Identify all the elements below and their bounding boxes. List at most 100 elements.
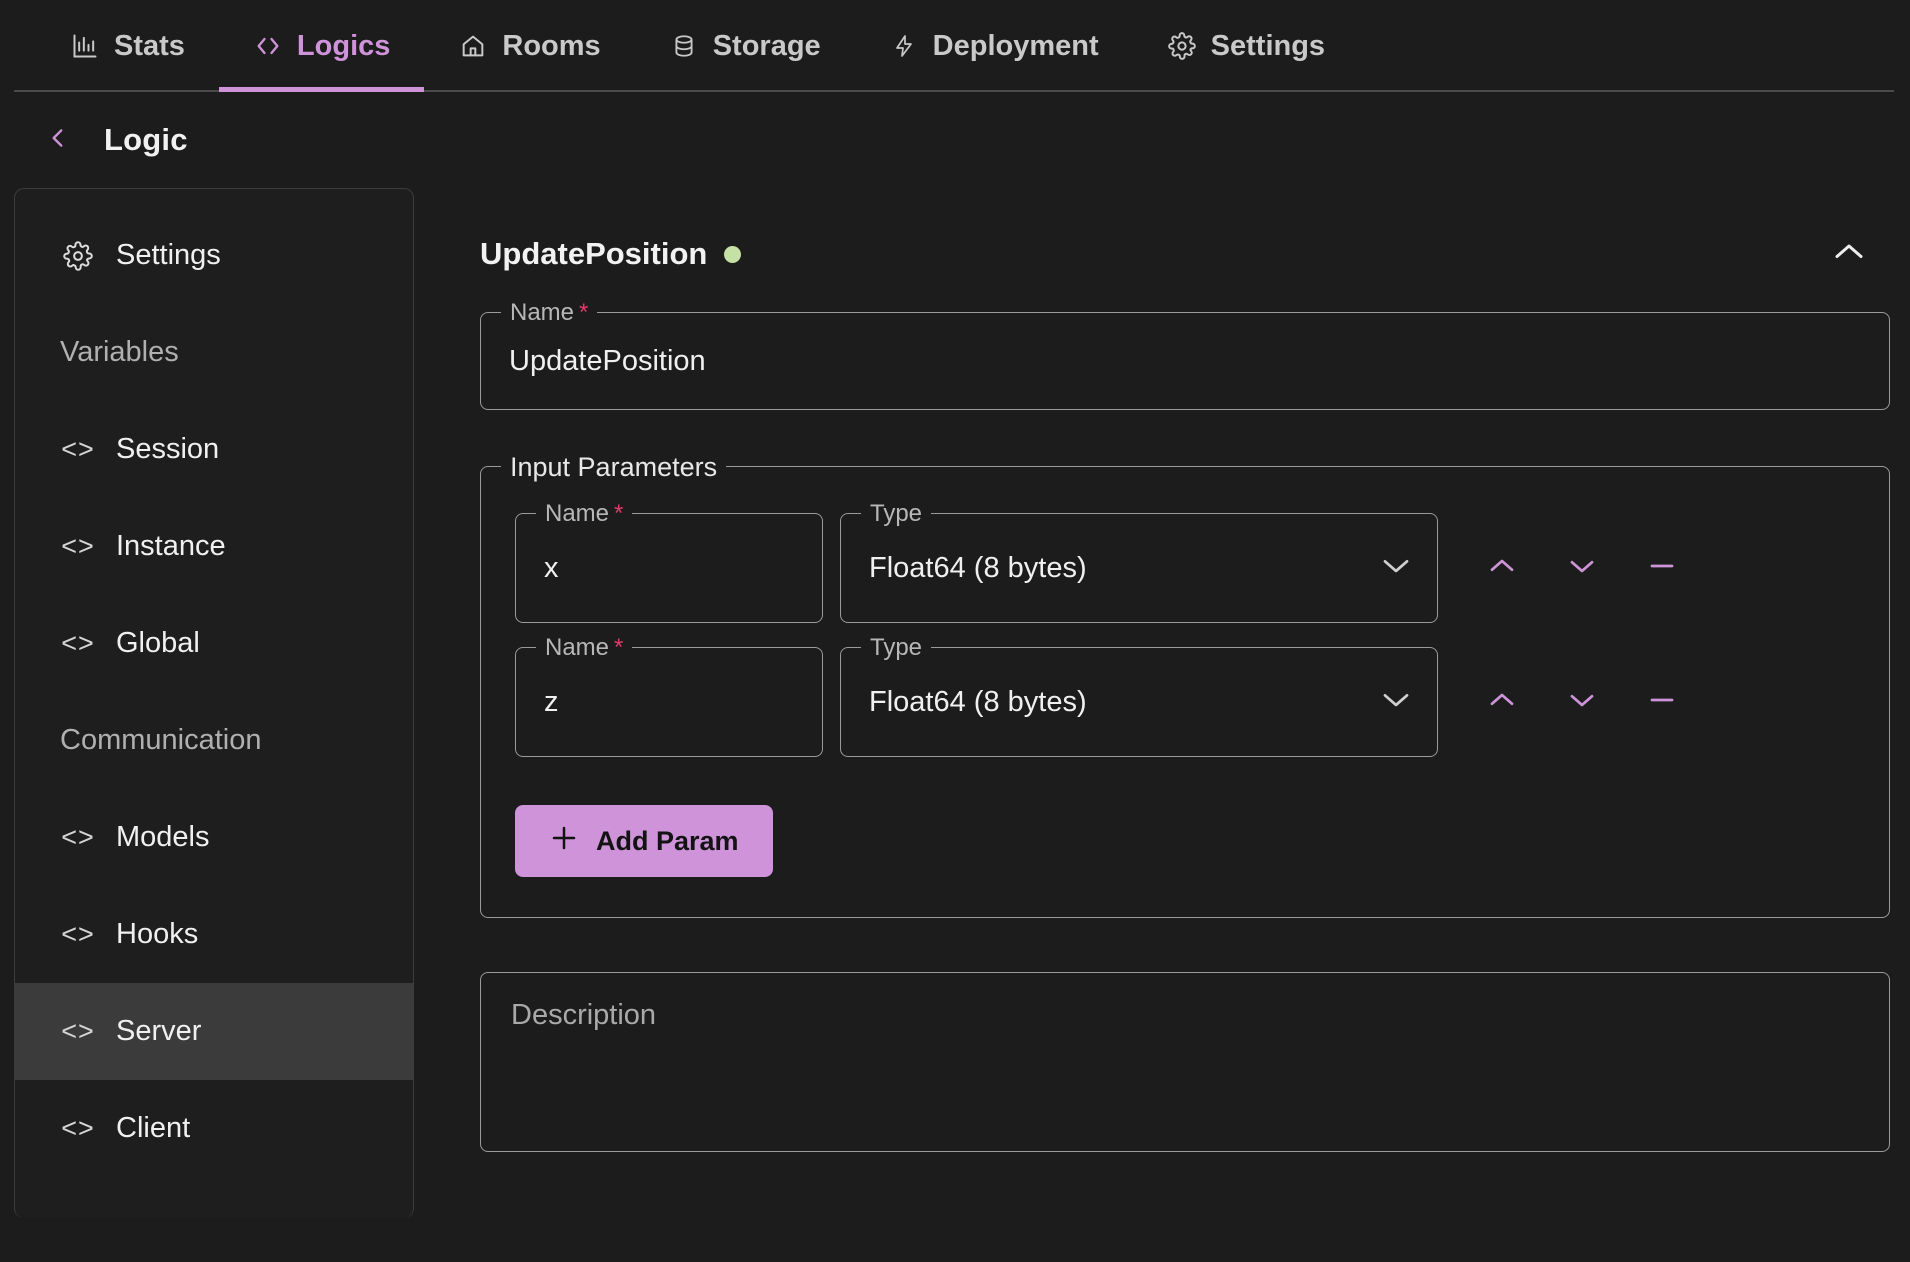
logic-card-header: UpdatePosition — [480, 188, 1890, 298]
param-type-label: Type — [861, 500, 932, 528]
code-brackets-icon — [253, 31, 283, 61]
plus-icon — [549, 823, 579, 860]
required-asterisk: * — [614, 500, 624, 527]
sidebar-item-settings[interactable]: Settings — [15, 207, 413, 304]
param-remove-button[interactable] — [1622, 528, 1702, 608]
nav-tab-label: Logics — [296, 29, 391, 62]
database-icon — [669, 31, 699, 61]
param-name-field[interactable]: Name * z — [515, 634, 823, 757]
param-name-input[interactable]: z — [516, 648, 822, 756]
breadcrumb: Logic — [0, 92, 1910, 188]
code-icon: <> — [61, 628, 95, 658]
nav-tab-label: Settings — [1210, 29, 1326, 62]
code-icon: <> — [61, 919, 95, 949]
sidebar-item-label: Session — [116, 433, 220, 465]
param-type-label: Type — [861, 634, 932, 662]
code-icon: <> — [61, 1016, 95, 1046]
sidebar-group-variables: Variables — [15, 304, 413, 401]
sidebar-item-label: Settings — [116, 239, 221, 271]
code-icon: <> — [61, 434, 95, 464]
sidebar-group-communication: Communication — [15, 692, 413, 789]
lightning-bolt-icon — [889, 31, 919, 61]
nav-tab-stats[interactable]: Stats — [36, 0, 219, 92]
nav-tab-rooms[interactable]: Rooms — [424, 0, 634, 92]
param-move-up-button[interactable] — [1462, 528, 1542, 608]
nav-tab-storage[interactable]: Storage — [635, 0, 855, 92]
code-icon: <> — [61, 531, 95, 561]
add-param-label: Add Param — [596, 825, 739, 856]
nav-tab-deployment[interactable]: Deployment — [855, 0, 1133, 92]
param-row: Name * x Type Float64 (8 bytes) — [515, 500, 1855, 623]
code-icon: <> — [61, 1113, 95, 1143]
minus-icon — [1645, 690, 1679, 715]
param-name-label: Name * — [536, 500, 633, 528]
code-icon: <> — [61, 822, 95, 852]
required-asterisk: * — [579, 299, 589, 326]
gear-icon — [1167, 31, 1197, 61]
page-title: Logic — [104, 122, 188, 157]
sidebar-item-label: Hooks — [116, 918, 199, 950]
sidebar-item-server[interactable]: <> Server — [15, 983, 413, 1080]
nav-tab-label: Deployment — [932, 29, 1099, 62]
back-button[interactable] — [38, 120, 78, 160]
top-navigation-bar: Stats Logics Rooms Storage Deployment Se… — [0, 0, 1910, 92]
param-type-value[interactable]: Float64 (8 bytes) — [841, 648, 1437, 756]
nav-tab-label: Stats — [114, 29, 185, 62]
status-badge — [724, 245, 742, 263]
logic-name-field[interactable]: Name * UpdatePosition — [480, 299, 1890, 410]
sidebar-item-label: Client — [116, 1112, 191, 1144]
home-icon — [458, 31, 488, 61]
chevron-up-icon — [1486, 556, 1518, 581]
bar-chart-icon — [70, 31, 100, 61]
param-row-actions — [1462, 528, 1702, 608]
chevron-up-icon — [1830, 240, 1868, 269]
input-parameters-section: Input Parameters Name * x Type Float64 (8… — [480, 453, 1890, 918]
logic-name-label: Name * — [501, 299, 598, 327]
sidebar: Settings Variables <> Session <> Instanc… — [14, 188, 414, 1218]
param-name-label: Name * — [536, 634, 633, 662]
sidebar-item-instance[interactable]: <> Instance — [15, 498, 413, 595]
param-remove-button[interactable] — [1622, 662, 1702, 742]
required-asterisk: * — [614, 634, 624, 661]
sidebar-group-label: Variables — [60, 336, 179, 368]
param-type-select[interactable]: Type Float64 (8 bytes) — [840, 634, 1438, 757]
sidebar-item-label: Server — [116, 1015, 202, 1047]
chevron-up-icon — [1486, 690, 1518, 715]
gear-icon — [60, 240, 96, 271]
logic-title: UpdatePosition — [480, 236, 708, 271]
param-name-field[interactable]: Name * x — [515, 500, 823, 623]
sidebar-item-session[interactable]: <> Session — [15, 401, 413, 498]
param-type-value[interactable]: Float64 (8 bytes) — [841, 514, 1437, 622]
input-parameters-legend: Input Parameters — [501, 453, 727, 481]
sidebar-item-label: Models — [116, 821, 210, 853]
description-textarea[interactable]: Description — [480, 972, 1890, 1152]
minus-icon — [1645, 556, 1679, 581]
param-name-input[interactable]: x — [516, 514, 822, 622]
nav-tab-label: Rooms — [502, 29, 601, 62]
nav-tab-logics[interactable]: Logics — [218, 0, 425, 92]
workspace: Settings Variables <> Session <> Instanc… — [0, 188, 1910, 1262]
sidebar-item-label: Instance — [116, 530, 226, 562]
chevron-down-icon — [1566, 556, 1598, 581]
chevron-down-icon — [1566, 690, 1598, 715]
nav-tab-settings[interactable]: Settings — [1133, 0, 1359, 92]
sidebar-item-client[interactable]: <> Client — [15, 1080, 413, 1177]
description-placeholder: Description — [511, 999, 657, 1031]
sidebar-item-global[interactable]: <> Global — [15, 595, 413, 692]
param-move-down-button[interactable] — [1542, 528, 1622, 608]
sidebar-item-models[interactable]: <> Models — [15, 789, 413, 886]
chevron-left-icon — [45, 121, 71, 160]
active-tab-underline — [218, 87, 425, 92]
param-move-up-button[interactable] — [1462, 662, 1542, 742]
sidebar-item-hooks[interactable]: <> Hooks — [15, 886, 413, 983]
param-type-select[interactable]: Type Float64 (8 bytes) — [840, 500, 1438, 623]
logic-detail-panel: UpdatePosition Name * UpdatePosition Inpu… — [414, 188, 1910, 1152]
add-param-button[interactable]: Add Param — [515, 805, 773, 877]
param-row-actions — [1462, 662, 1702, 742]
sidebar-group-label: Communication — [60, 724, 262, 756]
param-move-down-button[interactable] — [1542, 662, 1622, 742]
sidebar-item-label: Global — [116, 627, 200, 659]
logic-name-input[interactable]: UpdatePosition — [481, 313, 1889, 409]
collapse-toggle-button[interactable] — [1826, 231, 1872, 277]
param-row: Name * z Type Float64 (8 bytes) — [515, 634, 1855, 757]
